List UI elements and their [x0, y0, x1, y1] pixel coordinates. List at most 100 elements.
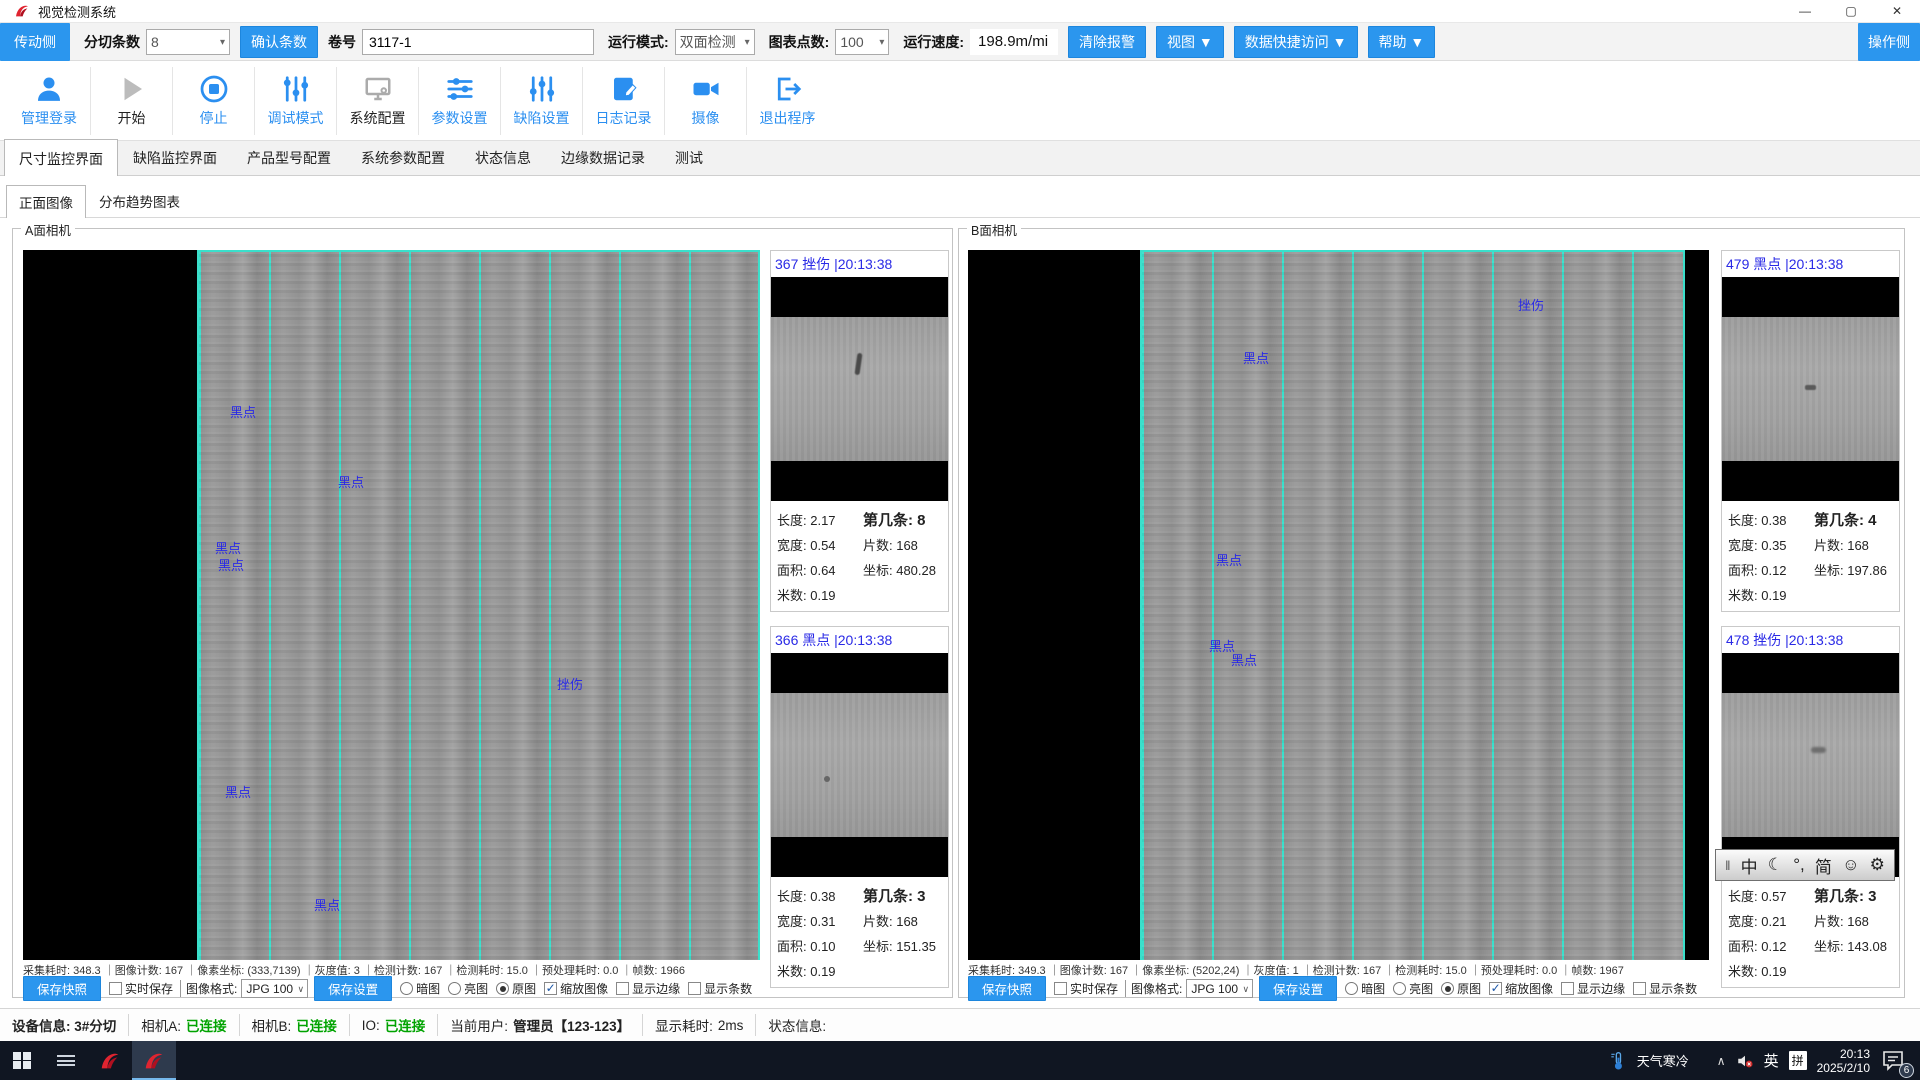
subtab-front-image[interactable]: 正面图像 [6, 185, 86, 218]
operation-side-button[interactable]: 操作侧 [1858, 23, 1920, 61]
view-menu-button[interactable]: 视图 ▼ [1156, 26, 1224, 58]
dark-image-radio[interactable] [1345, 982, 1358, 995]
bright-image-label: 亮图 [1409, 980, 1433, 997]
subtab-trend-chart[interactable]: 分布趋势图表 [86, 184, 193, 217]
show-edge-checkbox[interactable] [1561, 982, 1574, 995]
window-title: 视觉检测系统 [38, 2, 116, 21]
realtime-save-checkbox[interactable] [109, 982, 122, 995]
save-snapshot-button[interactable]: 保存快照 [968, 976, 1046, 1001]
ime-emoji-icon[interactable]: ☺ [1842, 855, 1859, 875]
tab-system-param-config[interactable]: 系统参数配置 [346, 140, 460, 175]
field-area: 面积: 0.10 [777, 936, 863, 955]
icon-toolbar: 管理登录 开始 停止 调试模式 [0, 61, 1920, 141]
original-image-radio[interactable] [1441, 982, 1454, 995]
maximize-button[interactable]: ▢ [1828, 0, 1874, 23]
defect-card[interactable]: 479 黑点 |20:13:38 长度: 0.38第几条: 4 宽度: 0.35… [1721, 250, 1900, 612]
roll-number-input[interactable] [362, 29, 594, 55]
run-mode-select[interactable]: 双面检测 [675, 29, 755, 55]
system-config-label: 系统配置 [350, 108, 406, 128]
data-quick-access-button[interactable]: 数据快捷访问 ▼ [1234, 26, 1358, 58]
camera-b-controls: 保存快照 实时保存 图像格式: JPG 100 保存设置 暗图 亮图 原图 缩放… [968, 978, 1697, 999]
show-count-checkbox[interactable] [1633, 982, 1646, 995]
image-format-select[interactable]: JPG 100 [1186, 979, 1253, 998]
zoom-image-checkbox[interactable] [544, 982, 557, 995]
start-label: 开始 [118, 108, 146, 128]
capture-button[interactable]: 摄像 [664, 67, 746, 135]
field-width: 宽度: 0.31 [777, 911, 863, 930]
exit-icon [773, 74, 803, 104]
tab-test[interactable]: 测试 [660, 140, 718, 175]
field-length: 长度: 0.57 [1728, 886, 1814, 905]
save-settings-button[interactable]: 保存设置 [314, 976, 392, 1001]
content-area: A面相机 黑点 黑点 黑点 黑点 挫伤 黑点 黑点 367 挫伤 |20:13:… [0, 218, 1920, 1008]
io-conn-label: IO: [362, 1018, 380, 1033]
field-area: 面积: 0.12 [1728, 936, 1814, 955]
dark-image-radio[interactable] [400, 982, 413, 995]
defect-settings-button[interactable]: 缺陷设置 [500, 67, 582, 135]
transmission-side-button[interactable]: 传动侧 [0, 23, 70, 61]
defect-card-header: 366 黑点 |20:13:38 [771, 627, 948, 653]
bright-image-radio[interactable] [1393, 982, 1406, 995]
show-edge-checkbox[interactable] [616, 982, 629, 995]
speaker-muted-icon[interactable] [1736, 1053, 1754, 1069]
param-settings-button[interactable]: 参数设置 [418, 67, 500, 135]
task-view-button[interactable] [44, 1041, 88, 1080]
help-menu-button[interactable]: 帮助 ▼ [1368, 26, 1436, 58]
start-button[interactable]: 开始 [90, 67, 172, 135]
field-coordinate: 坐标: 197.86 [1814, 560, 1887, 579]
stop-button[interactable]: 停止 [172, 67, 254, 135]
video-camera-icon [691, 74, 721, 104]
show-count-checkbox[interactable] [688, 982, 701, 995]
log-record-button[interactable]: 日志记录 [582, 67, 664, 135]
realtime-save-checkbox[interactable] [1054, 982, 1067, 995]
ime-drag-handle[interactable]: ‖ [1725, 858, 1730, 873]
defect-card[interactable]: 366 黑点 |20:13:38 长度: 0.38第几条: 3 宽度: 0.31… [770, 626, 949, 988]
clock[interactable]: 20:13 2025/2/10 [1817, 1047, 1870, 1075]
realtime-save-label: 实时保存 [1070, 980, 1118, 997]
confirm-count-button[interactable]: 确认条数 [240, 26, 318, 58]
close-button[interactable]: ✕ [1874, 0, 1920, 23]
save-settings-button[interactable]: 保存设置 [1259, 976, 1337, 1001]
tab-defect-monitor[interactable]: 缺陷监控界面 [118, 140, 232, 175]
language-indicator[interactable]: 英 [1764, 1050, 1779, 1071]
defect-card[interactable]: 367 挫伤 |20:13:38 长度: 2.17第几条: 8 宽度: 0.54… [770, 250, 949, 612]
debug-mode-button[interactable]: 调试模式 [254, 67, 336, 135]
app-logo-icon [143, 1050, 165, 1072]
tray-expand-chevron[interactable]: ∧ [1717, 1054, 1726, 1068]
show-count-label: 显示条数 [704, 980, 752, 997]
chart-points-select[interactable]: 100 [835, 29, 889, 55]
original-image-radio[interactable] [496, 982, 509, 995]
image-format-select[interactable]: JPG 100 [241, 979, 308, 998]
strip-count-select[interactable]: 8 [146, 29, 230, 55]
ime-simplified-mode[interactable]: 简 [1815, 853, 1832, 878]
tab-product-model-config[interactable]: 产品型号配置 [232, 140, 346, 175]
defect-card[interactable]: 478 挫伤 |20:13:38 长度: 0.57第几条: 3 宽度: 0.21… [1721, 626, 1900, 988]
notification-badge: 6 [1899, 1063, 1914, 1078]
zoom-image-checkbox[interactable] [1489, 982, 1502, 995]
clear-alarm-button[interactable]: 清除报警 [1068, 26, 1146, 58]
admin-login-button[interactable]: 管理登录 [8, 67, 90, 135]
exit-program-button[interactable]: 退出程序 [746, 67, 828, 135]
minimize-button[interactable]: — [1782, 0, 1828, 23]
tab-size-monitor[interactable]: 尺寸监控界面 [4, 139, 118, 176]
ime-chinese-mode[interactable]: 中 [1741, 853, 1758, 878]
save-snapshot-button[interactable]: 保存快照 [23, 976, 101, 1001]
ime-pinyin-indicator[interactable]: 拼 [1789, 1051, 1807, 1070]
system-config-button[interactable]: 系统配置 [336, 67, 418, 135]
defect-thumbnail [771, 653, 948, 877]
ime-settings-gear-icon[interactable]: ⚙ [1870, 855, 1885, 875]
bright-image-radio[interactable] [448, 982, 461, 995]
weather-text[interactable]: 天气寒冷 [1637, 1051, 1689, 1070]
camera-a-title: A面相机 [21, 220, 75, 239]
defect-tag: 黑点 [1243, 348, 1269, 367]
notification-center-button[interactable]: 6 [1880, 1048, 1910, 1074]
start-button[interactable] [0, 1041, 44, 1080]
ime-punctuation-icon[interactable]: °, [1793, 855, 1805, 875]
tab-edge-data-record[interactable]: 边缘数据记录 [546, 140, 660, 175]
app-logo-icon [99, 1050, 121, 1072]
pinned-app-button[interactable] [88, 1041, 132, 1080]
ime-halfmoon-icon[interactable]: ☾ [1768, 855, 1783, 875]
running-app-button[interactable] [132, 1041, 176, 1080]
field-area: 面积: 0.12 [1728, 560, 1814, 579]
tab-status-info[interactable]: 状态信息 [460, 140, 546, 175]
